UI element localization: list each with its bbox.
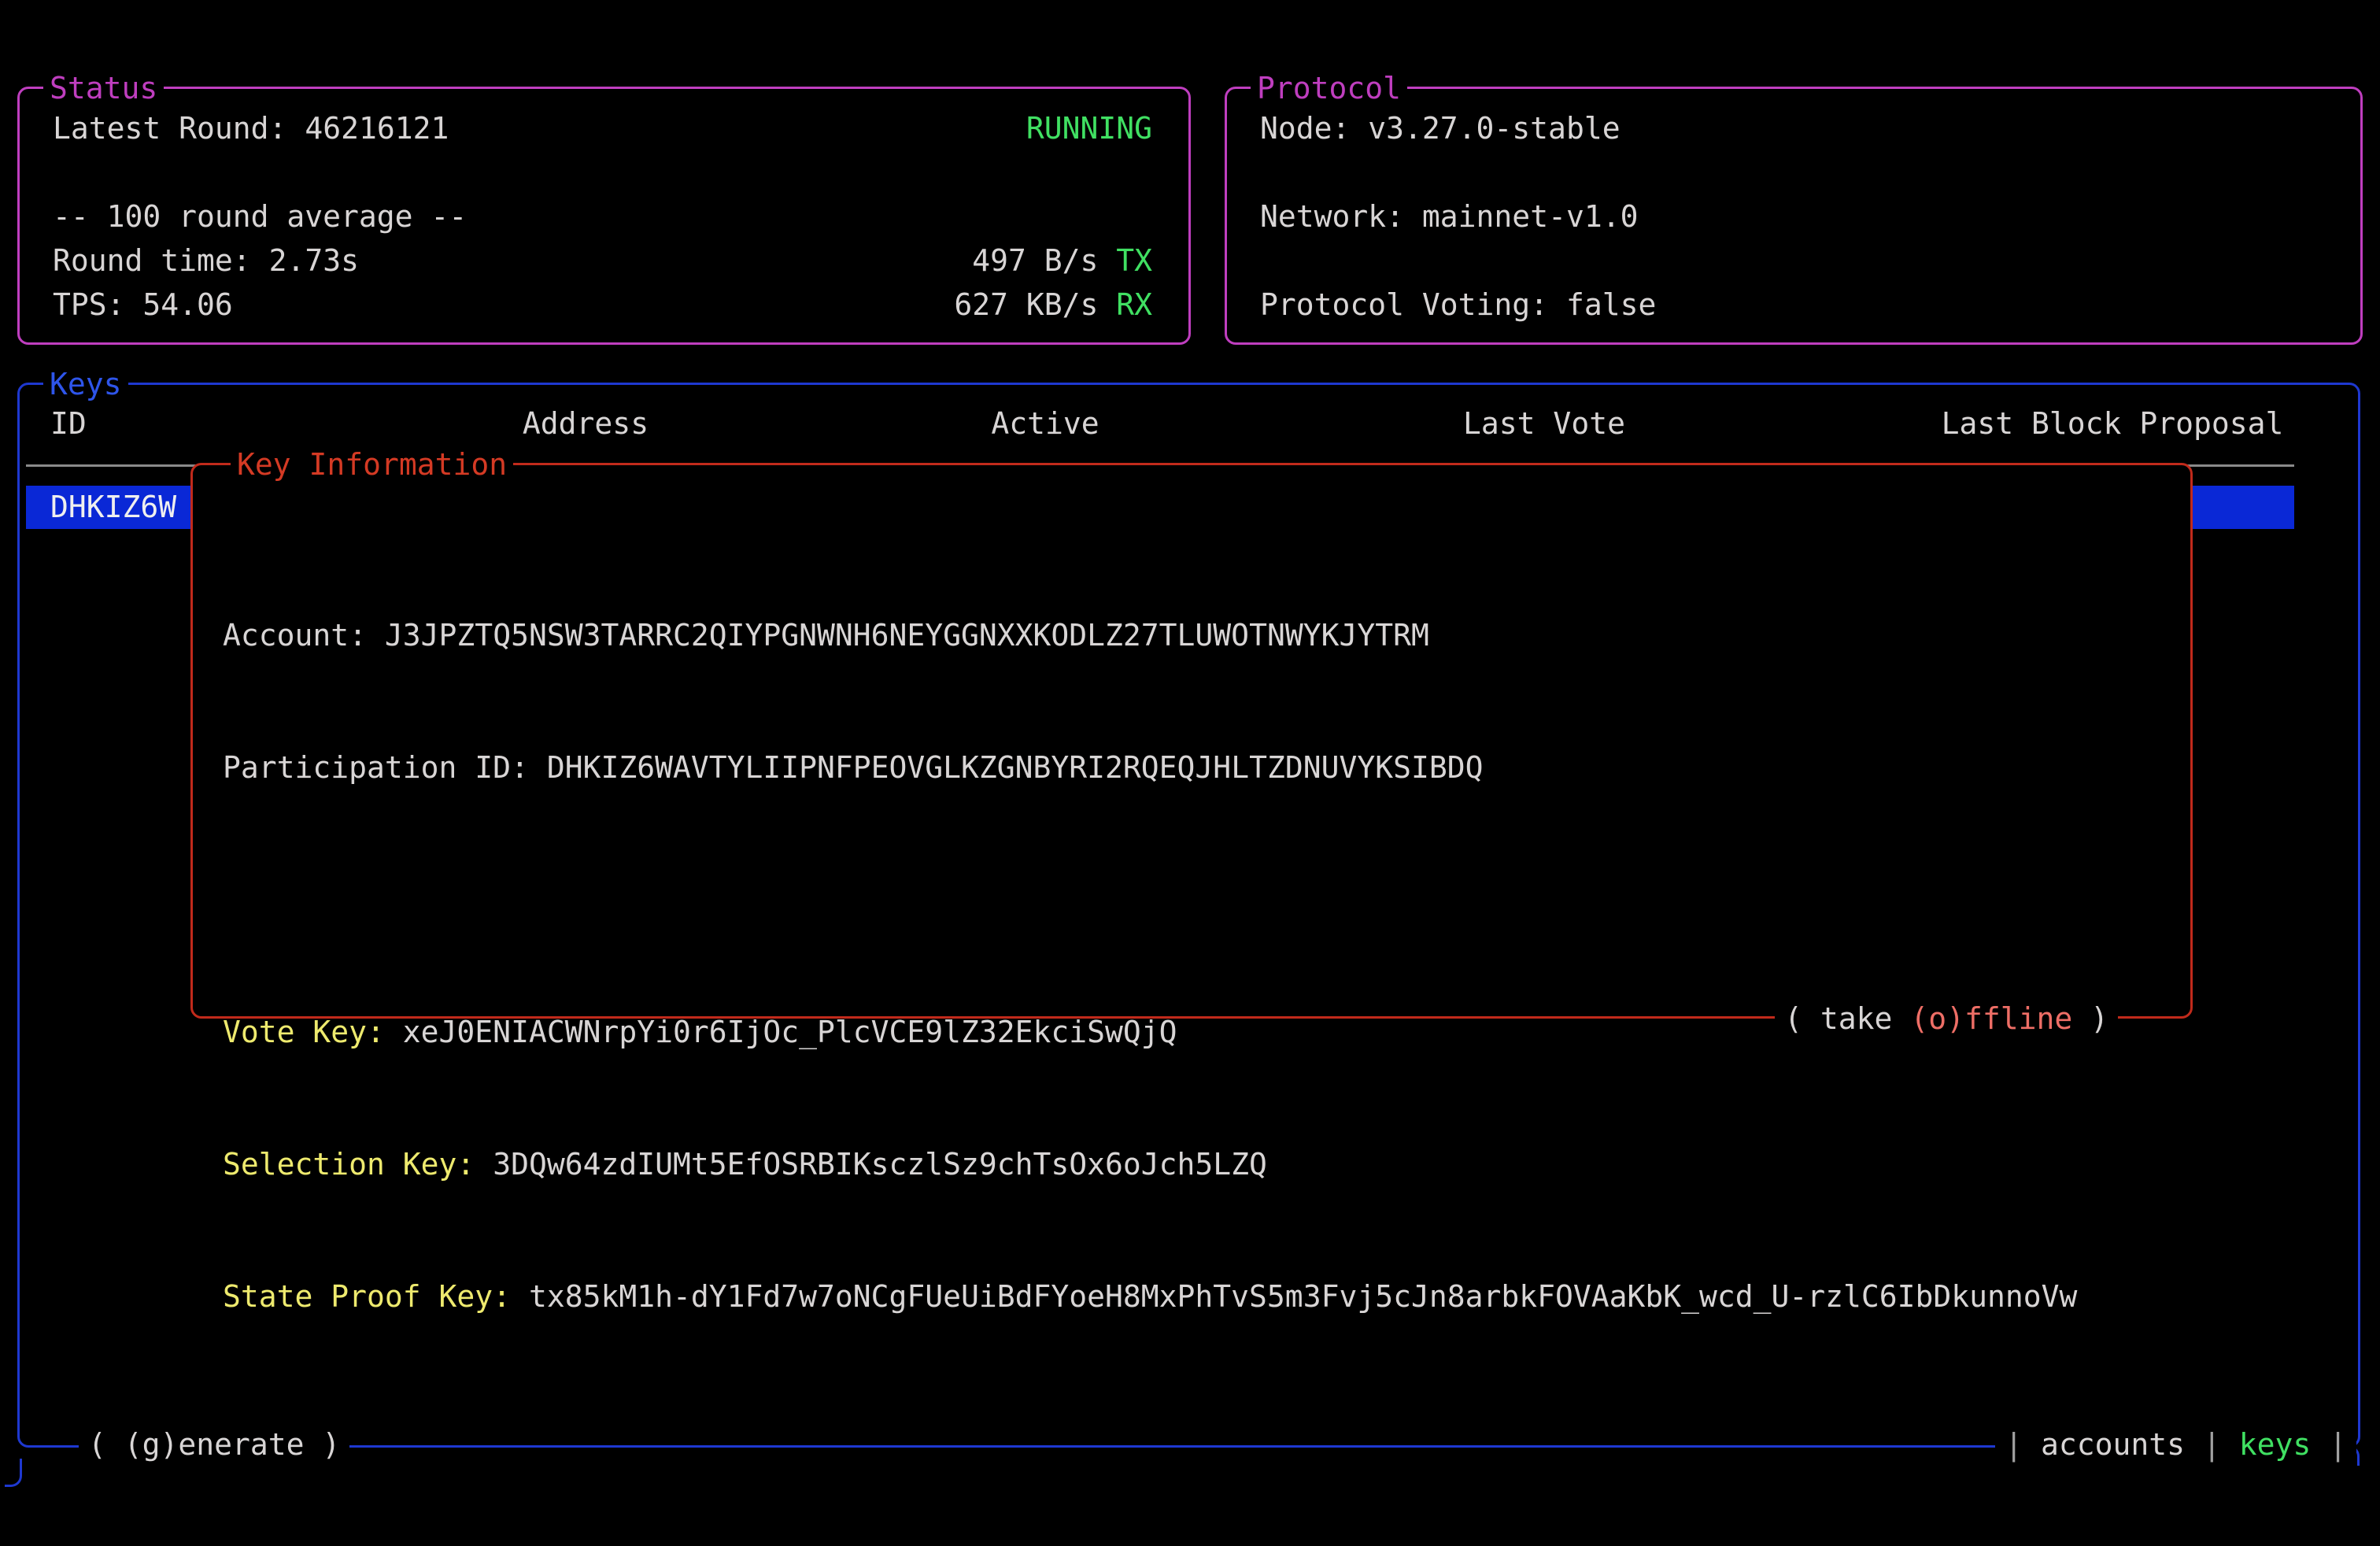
terminal-screen: Status Latest Round: 46216121 RUNNING --… — [0, 0, 2380, 1546]
column-header-last-block-proposal: Last Block Proposal — [1942, 401, 2284, 446]
node-version: Node: v3.27.0-stable — [1260, 106, 1621, 150]
participation-id-line: Participation ID: DHKIZ6WAVTYLIIPNFPEOVG… — [223, 745, 2175, 790]
rx-rate: 627 KB/s RX — [954, 283, 1152, 327]
column-header-id: ID — [50, 401, 87, 446]
tx-rate: 497 B/s TX — [972, 239, 1152, 283]
protocol-voting: Protocol Voting: false — [1260, 283, 1656, 327]
account-line: Account: J3JPZTQ5NSW3TARRC2QIYPGNWNH6NEY… — [223, 613, 2175, 657]
selection-key-line: Selection Key: 3DQw64zdIUMt5EfOSRBIKsczl… — [223, 1142, 2175, 1186]
tab-bar: | accounts | keys | — [1995, 1422, 2356, 1466]
round-average-header: -- 100 round average -- — [53, 194, 467, 239]
tx-label: TX — [1116, 243, 1152, 278]
state-proof-key-line: State Proof Key: tx85kM1h-dY1Fd7w7oNCgFU… — [223, 1274, 2175, 1319]
column-header-last-vote: Last Vote — [1463, 401, 1625, 446]
tab-keys[interactable]: keys — [2239, 1427, 2312, 1462]
key-information-title: Key Information — [231, 442, 513, 486]
protocol-panel-title: Protocol — [1251, 66, 1407, 110]
column-header-address: Address — [523, 401, 649, 446]
node-state-badge: RUNNING — [1026, 106, 1152, 150]
rx-label: RX — [1116, 287, 1152, 322]
vote-first-valid-line: Vote First Valid: 46200210 — [223, 1539, 2175, 1546]
protocol-panel: Protocol Node: v3.27.0-stable Network: m… — [1225, 87, 2363, 345]
selected-row-id: DHKIZ6W — [50, 490, 176, 524]
key-information-modal: Key Information Account: J3JPZTQ5NSW3TAR… — [190, 463, 2193, 1019]
network: Network: mainnet-v1.0 — [1260, 194, 1638, 239]
status-panel: Status Latest Round: 46216121 RUNNING --… — [17, 87, 1191, 345]
tab-accounts[interactable]: accounts — [2041, 1427, 2185, 1462]
status-panel-title: Status — [43, 66, 164, 110]
generate-button[interactable]: ( (g)enerate ) — [79, 1422, 349, 1466]
tps: TPS: 54.06 — [53, 283, 233, 327]
latest-round: Latest Round: 46216121 — [53, 106, 449, 150]
take-offline-button[interactable]: ( take (o)ffline ) — [1775, 997, 2118, 1041]
keys-panel-title: Keys — [43, 362, 128, 406]
border-fragment-bottom-left — [5, 1459, 22, 1487]
round-time: Round time: 2.73s — [53, 239, 359, 283]
column-header-active: Active — [991, 401, 1099, 446]
